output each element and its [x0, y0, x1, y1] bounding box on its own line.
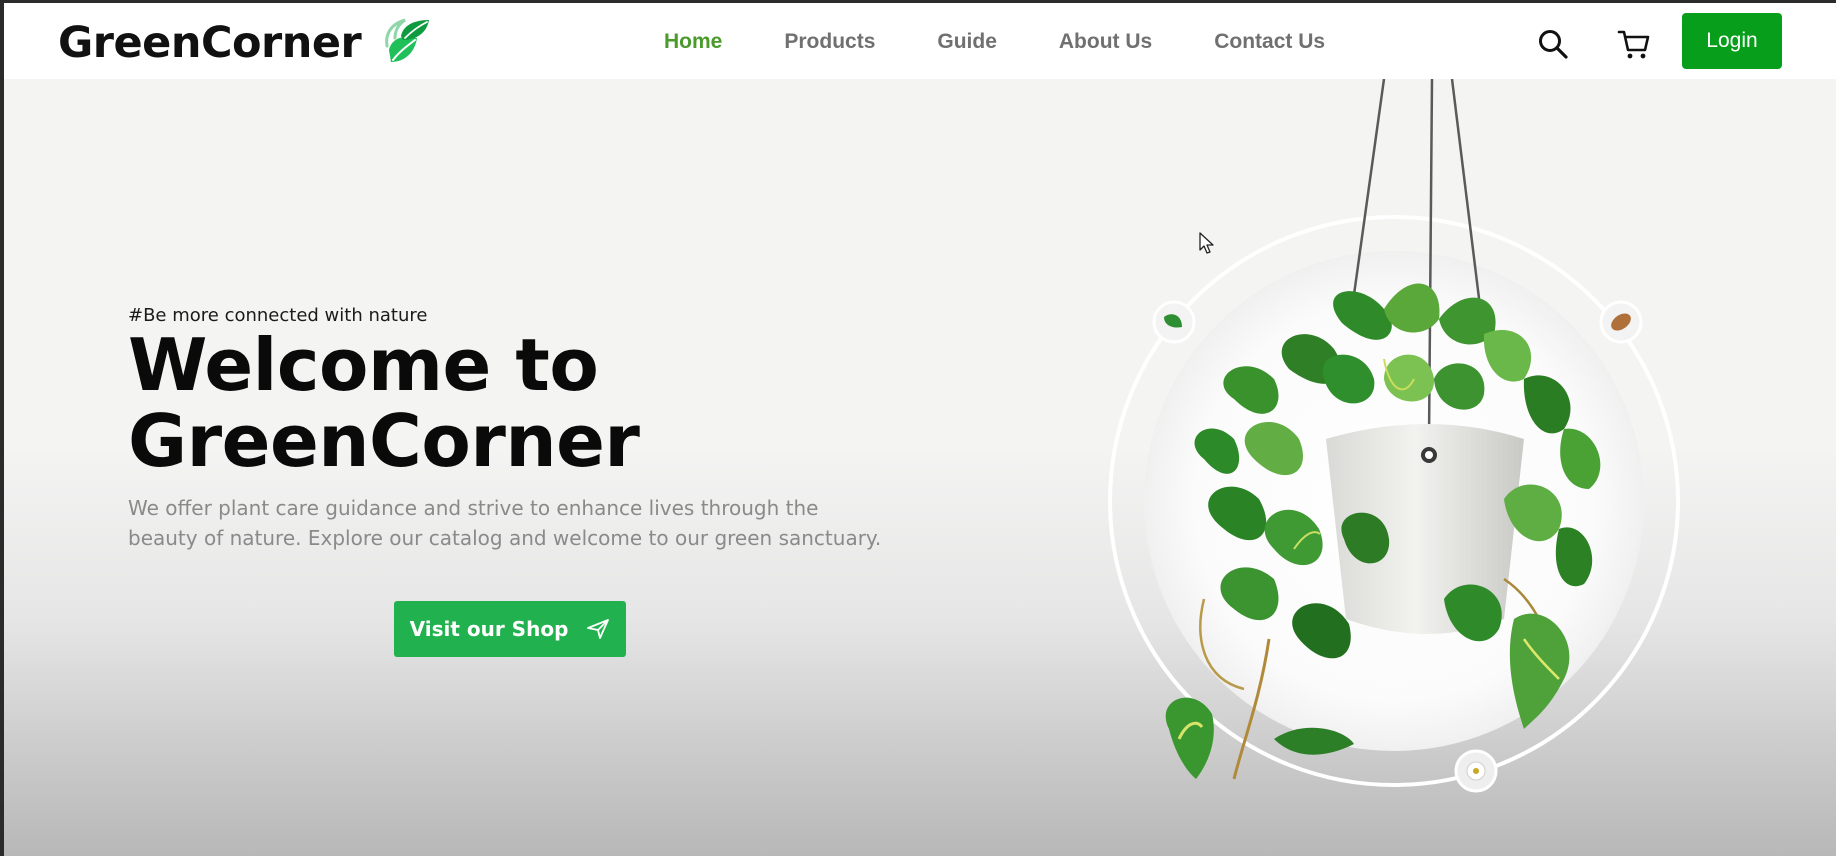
orbit-seed-dot — [1599, 300, 1643, 344]
mouse-cursor-icon — [1199, 232, 1214, 254]
nav-guide[interactable]: Guide — [937, 30, 997, 54]
hero-description-line-2: beauty of nature. Explore our catalog an… — [128, 526, 882, 550]
brand-name: GreenCorner — [58, 18, 362, 68]
search-icon[interactable] — [1537, 28, 1569, 60]
leaf-logo-icon — [385, 18, 430, 62]
login-button[interactable]: Login — [1682, 13, 1782, 69]
visit-shop-button[interactable]: Visit our Shop — [394, 601, 626, 657]
hanging-plant-image — [1108, 79, 1680, 793]
orbit-leaf-dot — [1152, 300, 1196, 344]
send-icon — [587, 619, 610, 639]
hero-description-line-1: We offer plant care guidance and strive … — [128, 496, 819, 520]
page: GreenCorner Home Products Guide About Us… — [4, 3, 1836, 856]
brand-logo[interactable]: GreenCorner — [58, 17, 431, 69]
nav-about-us[interactable]: About Us — [1059, 30, 1152, 54]
hero-title-line-1: Welcome to — [128, 323, 599, 407]
cart-icon[interactable] — [1617, 27, 1651, 61]
top-navbar: GreenCorner Home Products Guide About Us… — [4, 3, 1836, 79]
hero-title: Welcome to GreenCorner — [128, 327, 640, 479]
hero-description: We offer plant care guidance and strive … — [128, 493, 928, 553]
nav-contact-us[interactable]: Contact Us — [1214, 30, 1325, 54]
hero-title-line-2: GreenCorner — [128, 399, 640, 483]
nav-products[interactable]: Products — [784, 30, 875, 54]
orbit-flower-dot — [1454, 749, 1498, 793]
nav-home[interactable]: Home — [664, 30, 722, 54]
main-nav: Home Products Guide About Us Contact Us — [664, 30, 1387, 54]
visit-shop-label: Visit our Shop — [409, 617, 569, 641]
